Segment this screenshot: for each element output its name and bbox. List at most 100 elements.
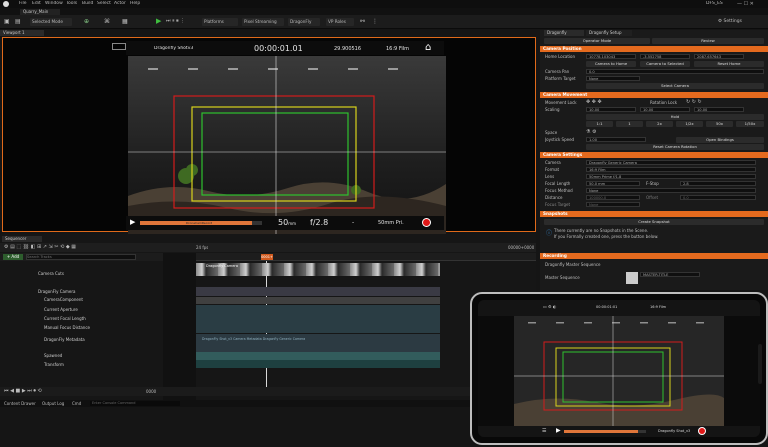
- home-location-x[interactable]: 10778.103043: [586, 54, 636, 59]
- menu-actor[interactable]: Actor: [114, 1, 126, 6]
- viewport-tab[interactable]: Viewport 1: [0, 30, 44, 36]
- play-icon[interactable]: ▶: [156, 17, 161, 25]
- focus-target-dropdown[interactable]: None: [586, 202, 640, 207]
- scaling-x[interactable]: 10.00: [586, 107, 636, 112]
- track-current-focal-length[interactable]: Current Focal Length: [0, 315, 163, 323]
- menu-help[interactable]: Help: [130, 1, 140, 6]
- spawned-track-bar[interactable]: [196, 352, 440, 360]
- pixel-streaming-dropdown[interactable]: Pixel Streaming: [242, 18, 284, 26]
- camera-pan-field[interactable]: 0.0: [586, 69, 764, 74]
- focal-length-field[interactable]: 50.0 mm: [586, 181, 640, 186]
- distance-field[interactable]: 100000.0: [586, 195, 640, 200]
- lens-dropdown[interactable]: 50mm Prime f/1.8: [586, 174, 756, 179]
- tab-dragonfly-setup[interactable]: Dragonfly Setup: [586, 30, 632, 36]
- scaling-y[interactable]: 10.00: [640, 107, 690, 112]
- operator-mode-button[interactable]: Operator Mode: [544, 38, 650, 44]
- console-input[interactable]: Enter Console Command: [90, 401, 180, 406]
- track-search-input[interactable]: [26, 254, 136, 260]
- timeline-ruler[interactable]: [196, 253, 536, 261]
- fstop-field[interactable]: 2.8: [680, 181, 756, 186]
- cinematics-icon[interactable]: ▦: [122, 18, 128, 25]
- hold-button[interactable]: Hold: [586, 114, 764, 120]
- window-controls[interactable]: — ☐ ✕: [737, 1, 754, 7]
- track-camera-cuts[interactable]: Camera Cuts: [0, 270, 163, 278]
- cmd-dropdown[interactable]: Cmd: [72, 400, 81, 407]
- phone-screen[interactable]: ▭ ⚙ ◐ 00:00:01:01 16:9 Film ☰ ▶ Dragonfl…: [478, 300, 760, 437]
- transport-controls-icons[interactable]: ⏮ ◀ ■ ▶ ⏭ ⏺ ⟲: [4, 388, 42, 394]
- track-dragonfly-metadata[interactable]: DragonFly Metadata: [0, 336, 163, 344]
- skip-icon[interactable]: ⏭ ⏸ ⏹ ⋮: [166, 18, 185, 24]
- add-track-button[interactable]: + Add: [3, 254, 23, 260]
- track-manual-focus-distance[interactable]: Manual Focus Distance: [0, 324, 163, 332]
- component-track-bar[interactable]: [196, 297, 440, 304]
- platform-target-dropdown[interactable]: None: [586, 76, 640, 81]
- movement-lock-icons[interactable]: ✥ ✥ ✥: [586, 99, 602, 105]
- offset-field[interactable]: 0.0: [680, 195, 756, 200]
- home-location-z[interactable]: 2087.657643: [694, 54, 744, 59]
- create-snapshot-button[interactable]: Create Snapshot: [544, 219, 764, 225]
- playhead-marker[interactable]: 0001+: [261, 254, 273, 260]
- menu-build[interactable]: Build: [82, 1, 93, 6]
- section-camera-position[interactable]: Camera Position: [540, 46, 768, 52]
- content-drawer-button[interactable]: Content Drawer: [4, 400, 36, 407]
- track-current-aperture[interactable]: Current Aperture: [0, 306, 163, 314]
- phone-menu-icon[interactable]: ☰: [542, 428, 546, 434]
- phone-progress[interactable]: [564, 430, 646, 433]
- home-location-y[interactable]: -3.552758: [640, 54, 690, 59]
- track-spawned[interactable]: Spawned: [0, 352, 163, 360]
- track-dragonfly-camera[interactable]: DragonFly Camera: [0, 288, 163, 296]
- scale-step-5[interactable]: 50x: [706, 121, 733, 127]
- camera-to-home-button[interactable]: Camera to Home: [586, 61, 636, 67]
- space-icons[interactable]: ⚗ ⚙: [586, 129, 597, 135]
- sequencer-tools-icons[interactable]: ⚙ ▤ ⬚ ⛓ ◧ ⊞ ↗ ⇲ ✂ ⟲ ◆ ▦: [4, 244, 76, 250]
- play-icon[interactable]: ▶: [130, 218, 135, 226]
- tab-dragonfly[interactable]: Dragonfly: [544, 30, 584, 36]
- scale-step-6[interactable]: 1/50x: [736, 121, 764, 127]
- camera-track-bar[interactable]: [196, 287, 440, 296]
- section-camera-movement[interactable]: Camera Movement: [540, 92, 768, 98]
- section-recording[interactable]: Recording: [540, 253, 768, 259]
- vp-roles-dropdown[interactable]: VP Roles: [326, 18, 354, 26]
- master-sequence-field[interactable]: MASTER-TITLE: [640, 272, 700, 277]
- dragonfly-dropdown[interactable]: DragonFly: [288, 18, 320, 26]
- save-icon[interactable]: ▣: [4, 18, 10, 25]
- metadata-clip[interactable]: DragonFly Shot_v3 Camera Metadata Dragon…: [196, 334, 440, 352]
- viewport[interactable]: Dragonfly Shotv3 00:00:01.01 29.900516 1…: [2, 37, 536, 236]
- track-camera-component[interactable]: CameraComponent: [0, 296, 163, 304]
- camera-to-selected-button[interactable]: Camera to Selected: [640, 61, 690, 67]
- add-actor-icon[interactable]: ⊕: [84, 18, 89, 25]
- mode-dropdown[interactable]: Selected Mode: [30, 18, 72, 26]
- fps-dropdown[interactable]: 24 fps: [196, 245, 208, 250]
- camera-cuts-clip[interactable]: Dragonfly Camera: [196, 263, 440, 276]
- output-log-button[interactable]: Output Log: [42, 400, 64, 407]
- rotation-lock-icons[interactable]: ↻ ↻ ↻: [686, 99, 702, 105]
- scale-step-3[interactable]: 2x: [646, 121, 673, 127]
- record-button[interactable]: [422, 218, 431, 227]
- home-icon[interactable]: ⌂: [425, 42, 431, 53]
- platforms-dropdown[interactable]: Platforms: [202, 18, 238, 26]
- joystick-speed-field[interactable]: 1.00: [586, 137, 646, 142]
- scale-step-1[interactable]: 1:1: [586, 121, 613, 127]
- content-icon[interactable]: ▤: [15, 18, 21, 25]
- section-snapshots[interactable]: Snapshots: [540, 211, 768, 217]
- phone-play-icon[interactable]: ▶: [556, 427, 561, 434]
- menu-file[interactable]: File: [19, 1, 27, 6]
- scale-step-4[interactable]: 1/2x: [676, 121, 703, 127]
- open-bindings-button[interactable]: Open Bindings: [676, 137, 764, 143]
- format-dropdown[interactable]: 16:9 Film: [586, 167, 756, 172]
- focus-method-dropdown[interactable]: None: [586, 188, 756, 193]
- reset-camera-rotation-button[interactable]: Reset Camera Rotation: [586, 144, 764, 150]
- camera-dropdown[interactable]: Dragonfly Generic Camera: [586, 160, 756, 165]
- transform-track-bar[interactable]: [196, 360, 440, 368]
- menu-tools[interactable]: Tools: [66, 1, 77, 6]
- phone-record-button[interactable]: [698, 427, 706, 435]
- blueprint-icon[interactable]: ⌘: [104, 18, 110, 25]
- sequencer-tab[interactable]: Sequencer: [2, 236, 42, 242]
- select-camera-button[interactable]: Select Camera: [586, 83, 764, 89]
- menu-select[interactable]: Select: [97, 1, 111, 6]
- property-tracks[interactable]: [196, 305, 440, 333]
- scale-step-2[interactable]: 1: [616, 121, 643, 127]
- phone-hud-icons[interactable]: ▭ ⚙ ◐: [543, 304, 556, 309]
- scaling-z[interactable]: 10.00: [694, 107, 744, 112]
- review-button[interactable]: Review: [652, 38, 764, 44]
